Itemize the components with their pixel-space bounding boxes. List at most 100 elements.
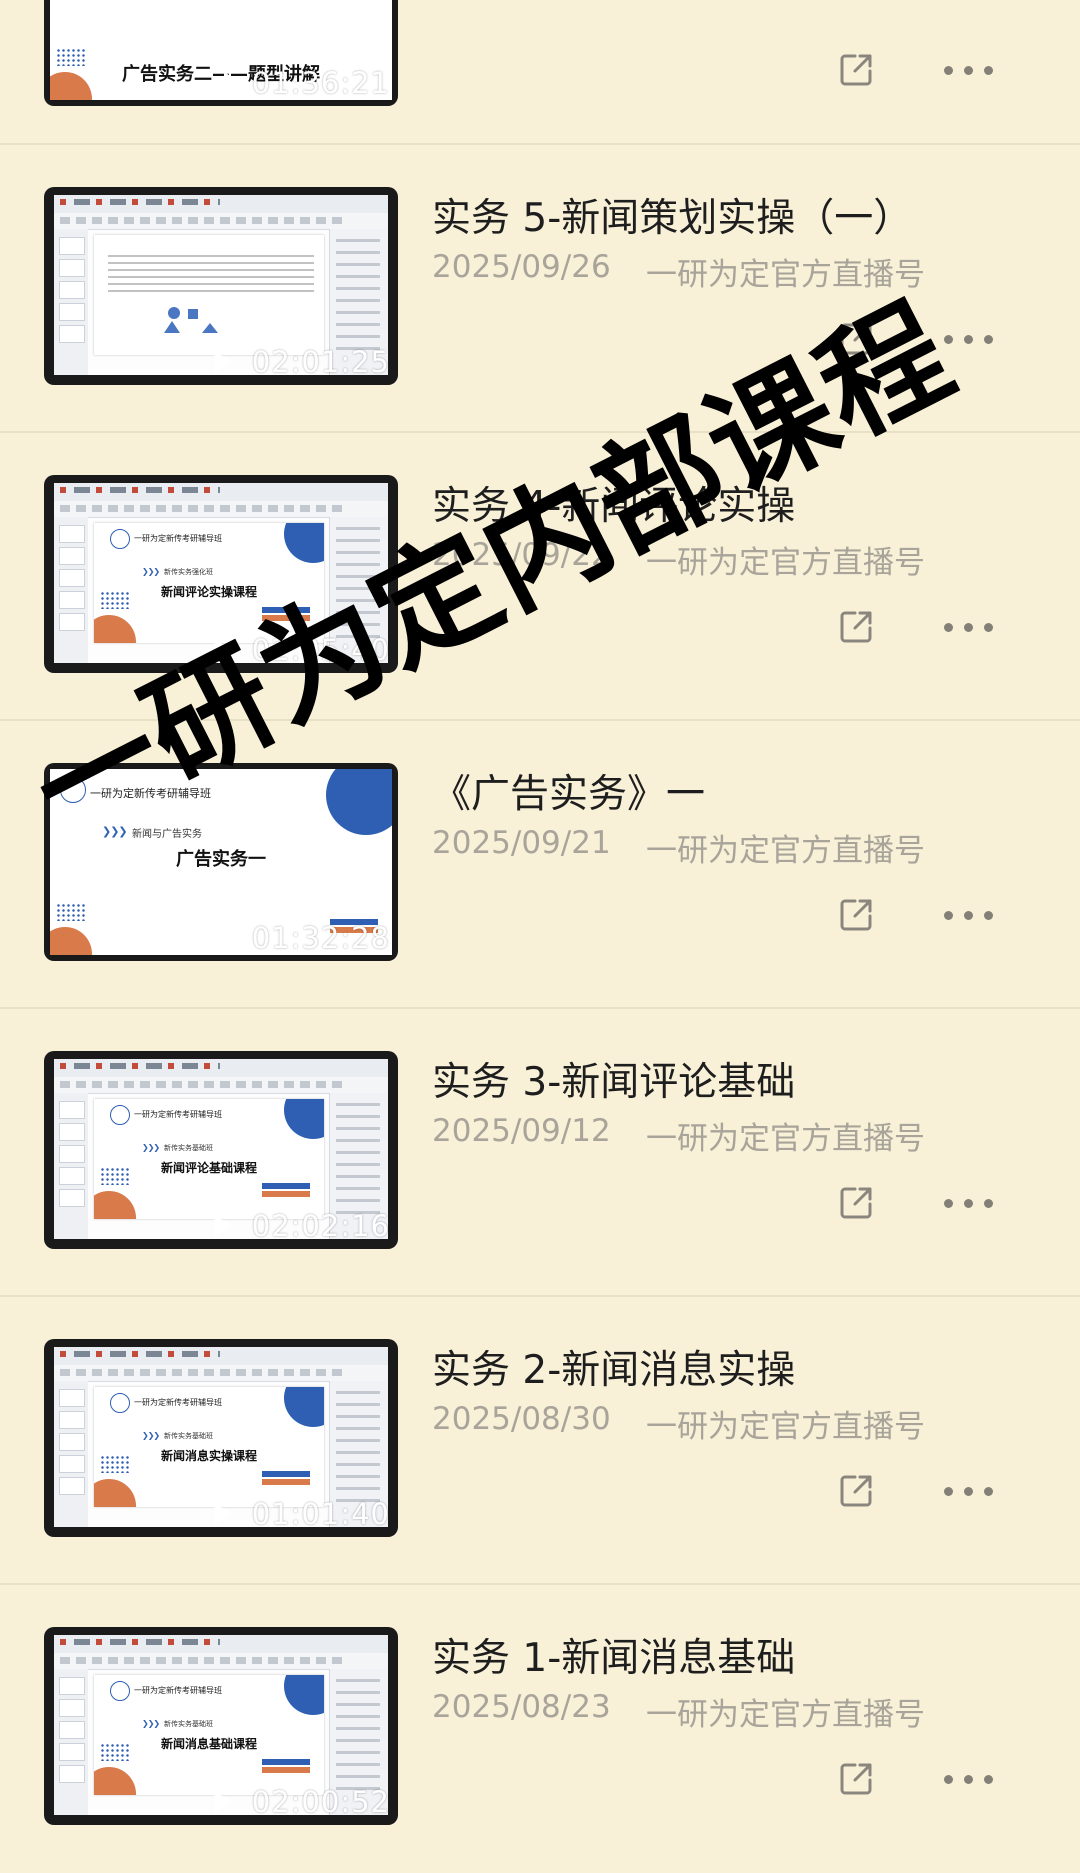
- decor-dots: [56, 903, 86, 921]
- video-thumbnail[interactable]: 广告实务二——题型讲解 01:36:21: [44, 0, 398, 106]
- share-icon[interactable]: [838, 1185, 874, 1221]
- video-thumbnail[interactable]: 一研为定新传考研辅导班 ❯❯❯ 新传实务基础班 新闻消息基础课程 02:00:5…: [44, 1627, 398, 1825]
- share-icon[interactable]: [838, 609, 874, 645]
- video-date: 2025/09/21: [432, 825, 611, 861]
- slide-preview: 一研为定新传考研辅导班 ❯❯❯ 新传实务基础班 新闻评论基础课程: [94, 1099, 324, 1219]
- slide-title: 新闻消息实操课程: [160, 1449, 257, 1463]
- decor-circle: [284, 1675, 324, 1715]
- share-icon[interactable]: [838, 1473, 874, 1509]
- chevrons-icon: ❯❯❯: [142, 1719, 160, 1728]
- slide-title: 新闻消息基础课程: [160, 1737, 257, 1751]
- slide-tag: [262, 1191, 310, 1197]
- video-date: 2025/09/12: [432, 1113, 611, 1149]
- slide-preview: 一研为定新传考研辅导班 ❯❯❯ 新传实务基础班 新闻消息实操课程: [94, 1387, 324, 1507]
- more-options-icon[interactable]: [944, 63, 994, 77]
- video-duration: 01:36:21: [251, 66, 390, 100]
- video-author: 一研为定官方直播号: [646, 1121, 925, 1157]
- more-options-icon[interactable]: [944, 1772, 994, 1786]
- video-title[interactable]: 实务 2-新闻消息实操: [432, 1339, 795, 1395]
- chevrons-icon: ❯❯❯: [142, 1143, 160, 1152]
- slide-subtitle: 新传实务基础班: [164, 1432, 213, 1440]
- video-title[interactable]: 实务 1-新闻消息基础: [432, 1627, 795, 1683]
- video-duration: 02:01:25: [251, 345, 390, 379]
- play-icon: [214, 351, 232, 373]
- slide-panel: [54, 1093, 88, 1239]
- video-author: 一研为定官方直播号: [646, 1409, 925, 1445]
- slide-subtitle: 新传实务基础班: [164, 1144, 213, 1152]
- decor-circle: [284, 1387, 324, 1427]
- share-icon[interactable]: [838, 1761, 874, 1797]
- slide-tag: [262, 1479, 310, 1485]
- video-thumbnail[interactable]: 一研为定新传考研辅导班 ❯❯❯ 新传实务基础班 新闻消息实操课程 01:01:4…: [44, 1339, 398, 1537]
- logo-icon: [110, 529, 130, 549]
- slide-subtitle: 新传实务基础班: [164, 1720, 213, 1728]
- chevrons-icon: ❯❯❯: [142, 567, 160, 576]
- share-icon[interactable]: [838, 52, 874, 88]
- logo-icon: [110, 1393, 130, 1413]
- slide-panel: [54, 229, 88, 375]
- decor-circle: [94, 1191, 136, 1219]
- logo-icon: [110, 1105, 130, 1125]
- list-item-partial[interactable]: 广告实务二——题型讲解 01:36:21: [0, 0, 1080, 106]
- slide-tag: [262, 1471, 310, 1477]
- app-ribbon: [54, 213, 388, 230]
- play-icon: [214, 1215, 232, 1237]
- slide-brand: 一研为定新传考研辅导班: [134, 1686, 222, 1695]
- slide-panel: [54, 1669, 88, 1815]
- app-titlebar: [54, 483, 388, 501]
- slide-text-lines: [108, 255, 314, 295]
- app-titlebar: [54, 1635, 388, 1653]
- slide-title: 新闻评论基础课程: [160, 1161, 257, 1175]
- slide-brand: 一研为定新传考研辅导班: [134, 534, 222, 543]
- slide-preview: 一研为定新传考研辅导班 ❯❯❯ 新传实务基础班 新闻消息基础课程: [94, 1675, 324, 1795]
- video-date: 2025/08/30: [432, 1401, 611, 1437]
- app-ribbon: [54, 501, 388, 518]
- list-item[interactable]: 一研为定新传考研辅导班 ❯❯❯ 新传实务基础班 新闻消息基础课程 02:00:5…: [0, 1585, 1080, 1873]
- video-title[interactable]: 《广告实务》一: [432, 763, 705, 819]
- video-title[interactable]: 实务 5-新闻策划实操（一）: [432, 187, 912, 243]
- app-ribbon: [54, 1653, 388, 1670]
- slide-panel: [54, 517, 88, 663]
- slide-preview: [94, 235, 324, 355]
- list-item[interactable]: 一研为定新传考研辅导班 ❯❯❯ 新传实务基础班 新闻消息实操课程 01:01:4…: [0, 1297, 1080, 1585]
- play-icon: [224, 72, 242, 94]
- slide-shapes: [164, 307, 218, 333]
- slide-subtitle: 新传实务强化班: [164, 568, 213, 576]
- video-duration: 01:01:40: [251, 1497, 390, 1531]
- video-thumbnail[interactable]: 一研为定新传考研辅导班 ❯❯❯ 新传实务基础班 新闻评论基础课程 02:02:1…: [44, 1051, 398, 1249]
- play-icon: [224, 927, 242, 949]
- video-duration: 02:02:16: [251, 1209, 390, 1243]
- slide-brand: 一研为定新传考研辅导班: [134, 1398, 222, 1407]
- more-options-icon[interactable]: [944, 332, 994, 346]
- logo-icon: [110, 1681, 130, 1701]
- video-title[interactable]: 实务 3-新闻评论基础: [432, 1051, 795, 1107]
- more-options-icon[interactable]: [944, 1196, 994, 1210]
- app-ribbon: [54, 1077, 388, 1094]
- app-titlebar: [54, 1059, 388, 1077]
- video-thumbnail[interactable]: 02:01:25: [44, 187, 398, 385]
- more-options-icon[interactable]: [944, 620, 994, 634]
- decor-circle: [94, 1479, 136, 1507]
- app-titlebar: [54, 1347, 388, 1365]
- decor-circle: [284, 1099, 324, 1139]
- decor-circle: [94, 1767, 136, 1795]
- app-titlebar: [54, 195, 388, 213]
- decor-circle: [50, 927, 92, 955]
- decor-circle: [94, 615, 136, 643]
- video-author: 一研为定官方直播号: [646, 833, 925, 869]
- slide-brand: 一研为定新传考研辅导班: [134, 1110, 222, 1119]
- slide-tag: [262, 1183, 310, 1189]
- list-item[interactable]: 一研为定新传考研辅导班 ❯❯❯ 新传实务基础班 新闻评论基础课程 02:02:1…: [0, 1009, 1080, 1297]
- video-date: 2025/09/26: [432, 249, 611, 285]
- play-icon: [214, 1791, 232, 1813]
- chevrons-icon: ❯❯❯: [142, 1431, 160, 1440]
- slide-panel: [54, 1381, 88, 1527]
- video-duration: 02:00:52: [251, 1785, 390, 1819]
- share-icon[interactable]: [838, 897, 874, 933]
- more-options-icon[interactable]: [944, 1484, 994, 1498]
- slide-tag: [262, 1767, 310, 1773]
- slide-tag: [262, 1759, 310, 1765]
- video-duration: 01:32:28: [251, 921, 390, 955]
- decor-circle: [326, 769, 392, 835]
- more-options-icon[interactable]: [944, 908, 994, 922]
